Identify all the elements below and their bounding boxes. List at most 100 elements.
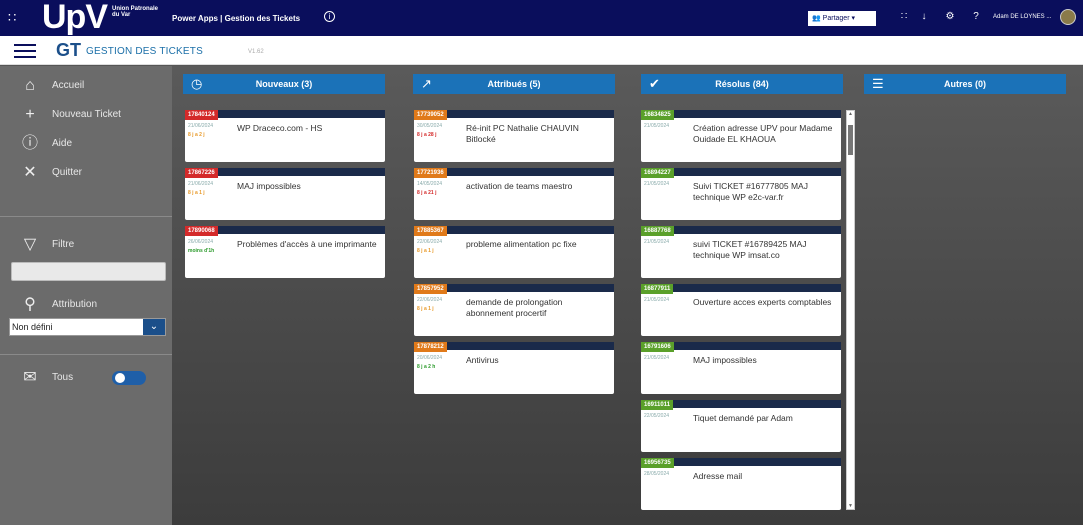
- ticket-card[interactable]: 16834825 21/05/2024 Création adresse UPV…: [641, 110, 841, 162]
- column-title: Nouveaux (3): [255, 79, 313, 89]
- ticket-id-badge: 16791606: [641, 342, 674, 352]
- user-name: Adam DE LOYNES ...: [993, 14, 1052, 20]
- ticket-title: probleme alimentation pc fixe: [466, 239, 577, 249]
- sidebar-item-label: Accueil: [52, 80, 85, 91]
- ticket-title: Problèmes d'accès à une imprimante: [237, 239, 377, 249]
- app-header: GT GESTION DES TICKETS V1.62: [0, 36, 1083, 65]
- help-icon[interactable]: ?: [970, 11, 982, 23]
- attribution-select[interactable]: Non défini ⌄: [9, 318, 166, 336]
- ticket-card[interactable]: 16894227 21/05/2024 Suivi TICKET #167778…: [641, 168, 841, 220]
- ticket-title: Antivirus: [466, 355, 499, 365]
- ticket-card[interactable]: 16887768 21/05/2024 suivi TICKET #167894…: [641, 226, 841, 278]
- ticket-card[interactable]: 16877911 21/05/2024 Ouverture acces expe…: [641, 284, 841, 336]
- ticket-title: Suivi TICKET #16777805 MAJ technique WP …: [693, 181, 808, 202]
- ticket-date: 21/06/2024: [188, 123, 214, 129]
- ticket-title: Création adresse UPV pour Madame Ouidade…: [693, 123, 833, 144]
- close-icon: ✕: [23, 164, 37, 181]
- ticket-title: suivi TICKET #16789425 MAJ technique WP …: [693, 239, 807, 260]
- ticket-date: 22/05/2024: [644, 413, 670, 419]
- ticket-age: 8 j a 2 h: [417, 364, 436, 370]
- scroll-down-icon[interactable]: ▼: [847, 503, 854, 509]
- sidebar-item-label: Aide: [52, 138, 73, 149]
- column-title: Attribués (5): [487, 79, 541, 89]
- ticket-id-badge: 17739052: [414, 110, 447, 120]
- ticket-age: 8 j a 1 j: [188, 190, 205, 196]
- ticket-title: Ré-init PC Nathalie CHAUVIN Bitlocké: [466, 123, 579, 144]
- share-button[interactable]: 👥 Partager ▾: [808, 11, 876, 26]
- attribution-section: ⚲ Attribution: [0, 293, 172, 319]
- resolus-scrollbar[interactable]: ▲ ▼: [846, 110, 855, 510]
- avatar[interactable]: [1060, 9, 1076, 25]
- ticket-age: 8 j a 28 j: [417, 132, 437, 138]
- tous-toggle[interactable]: [112, 371, 146, 385]
- ticket-card[interactable]: 16791606 21/05/2024 MAJ impossibles: [641, 342, 841, 394]
- ticket-age: moins d'1h: [188, 248, 215, 254]
- ticket-card[interactable]: 17878212 20/06/2024 8 j a 2 h Antivirus: [414, 342, 614, 394]
- sidebar-item-nouveau-ticket[interactable]: + Nouveau Ticket: [0, 103, 172, 129]
- ticket-id-badge: 17857952: [414, 284, 447, 294]
- divider: [0, 354, 172, 355]
- ticket-card[interactable]: 17857952 22/06/2024 8 j a 1 j demande de…: [414, 284, 614, 336]
- scroll-up-icon[interactable]: ▲: [847, 111, 854, 117]
- ticket-id-badge: 17721936: [414, 168, 447, 178]
- ticket-date: 21/05/2024: [644, 297, 670, 303]
- filter-icon: ▽: [23, 236, 37, 253]
- ticket-id-badge: 17840124: [185, 110, 218, 120]
- divider: [0, 216, 172, 217]
- ticket-title: MAJ impossibles: [693, 355, 757, 365]
- ticket-id-badge: 17878212: [414, 342, 447, 352]
- ticket-board: ◷ Nouveaux (3) ↗ Attribués (5) ✔ Résolus…: [172, 66, 1083, 525]
- upv-logo: UpV Union Patronale du Var: [42, 0, 162, 34]
- filter-label: Filtre: [52, 239, 75, 250]
- sidebar-item-aide[interactable]: ⓘ Aide: [0, 132, 172, 158]
- scroll-thumb[interactable]: [848, 125, 853, 155]
- ticket-title: MAJ impossibles: [237, 181, 301, 191]
- sidebar: ⌂ Accueil + Nouveau Ticket ⓘ Aide ✕ Quit…: [0, 66, 172, 525]
- ticket-title: Ouverture acces experts comptables: [693, 297, 832, 307]
- sidebar-item-quitter[interactable]: ✕ Quitter: [0, 161, 172, 187]
- column-header-nouveaux[interactable]: ◷ Nouveaux (3): [183, 74, 385, 94]
- attribution-label: Attribution: [52, 299, 98, 310]
- ticket-card[interactable]: 17890068 26/06/2024 moins d'1h Problèmes…: [185, 226, 385, 278]
- ticket-card[interactable]: 17840124 21/06/2024 8 j a 2 j WP Draceco…: [185, 110, 385, 162]
- ticket-date: 21/06/2024: [188, 181, 214, 187]
- page-title: GESTION DES TICKETS: [86, 46, 203, 57]
- ticket-id-badge: 16911011: [641, 400, 674, 410]
- ticket-date: 21/05/2024: [644, 123, 670, 129]
- ticket-title: WP Draceco.com - HS: [237, 123, 323, 133]
- ticket-card[interactable]: 17739052 30/05/2024 8 j a 28 j Ré-init P…: [414, 110, 614, 162]
- ticket-title: demande de prolongation abonnement proce…: [466, 297, 563, 318]
- ticket-card[interactable]: 17721936 14/05/2024 8 j a 21 j activatio…: [414, 168, 614, 220]
- app-topbar: ∷ UpV Union Patronale du Var Power Apps …: [0, 0, 1083, 36]
- gear-icon[interactable]: ⚙: [944, 11, 956, 23]
- grid-icon[interactable]: ∷: [898, 11, 910, 23]
- download-icon[interactable]: ↓: [918, 11, 930, 23]
- ticket-date: 26/06/2024: [188, 239, 214, 245]
- app-title: Power Apps | Gestion des Tickets: [172, 14, 301, 23]
- ticket-date: 28/05/2024: [644, 471, 670, 477]
- logo-subtitle: Union Patronale du Var: [112, 6, 159, 18]
- hamburger-menu-icon[interactable]: [14, 44, 36, 58]
- ticket-age: 8 j a 1 j: [417, 248, 434, 254]
- share-label: Partager: [822, 15, 850, 22]
- info-icon[interactable]: i: [324, 11, 335, 22]
- ticket-title: Adresse mail: [693, 471, 743, 481]
- chevron-down-icon[interactable]: ⌄: [143, 319, 165, 335]
- ticket-id-badge: 17867226: [185, 168, 218, 178]
- tous-label: Tous: [52, 372, 74, 383]
- sidebar-item-accueil[interactable]: ⌂ Accueil: [0, 74, 172, 100]
- column-header-attribues[interactable]: ↗ Attribués (5): [413, 74, 615, 94]
- version-label: V1.62: [248, 49, 264, 55]
- ticket-date: 20/06/2024: [417, 355, 443, 361]
- ticket-date: 30/05/2024: [417, 123, 443, 129]
- ticket-card[interactable]: 17885367 22/06/2024 8 j a 1 j probleme a…: [414, 226, 614, 278]
- column-header-resolus[interactable]: ✔ Résolus (84): [641, 74, 843, 94]
- ticket-card[interactable]: 16911011 22/05/2024 Tiquet demandé par A…: [641, 400, 841, 452]
- ticket-card[interactable]: 16956735 28/05/2024 Adresse mail: [641, 458, 841, 510]
- app-abbr: GT: [56, 40, 81, 60]
- column-header-autres[interactable]: ☰ Autres (0): [864, 74, 1066, 94]
- app-launcher-icon[interactable]: ∷: [8, 11, 20, 24]
- ticket-card[interactable]: 17867226 21/06/2024 8 j a 1 j MAJ imposs…: [185, 168, 385, 220]
- mail-icon: ✉: [23, 369, 37, 386]
- filter-input[interactable]: [11, 262, 166, 281]
